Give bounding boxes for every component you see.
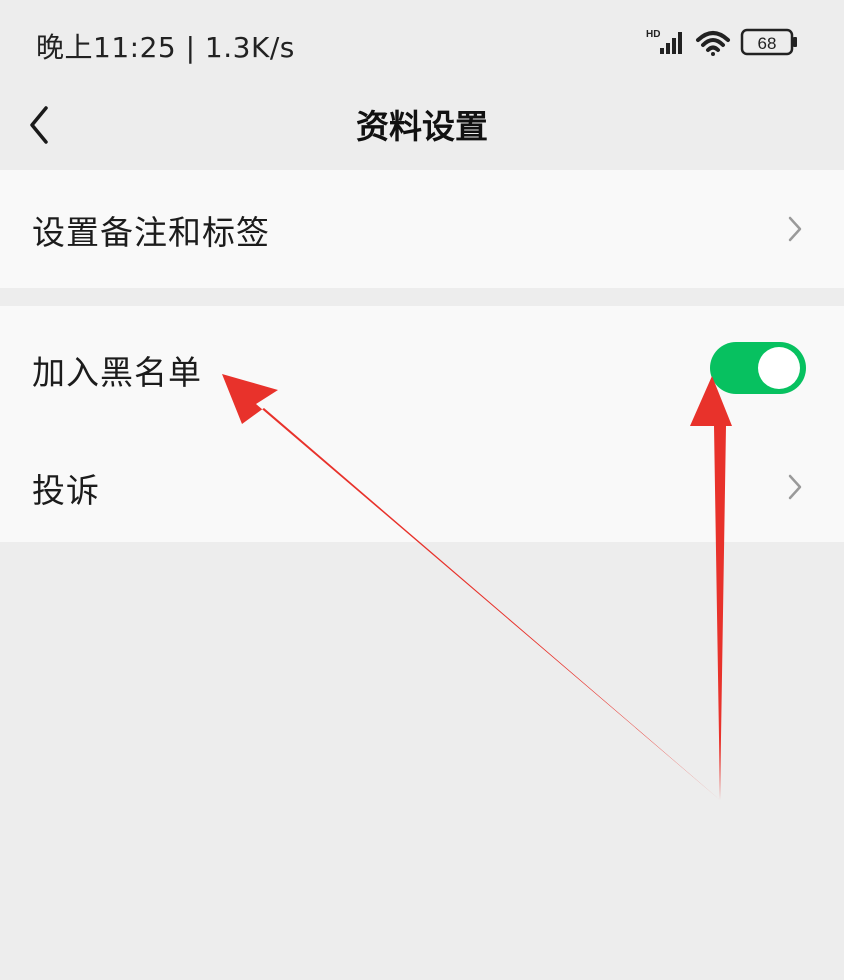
complaint-row[interactable]: 投诉	[0, 424, 844, 542]
nav-bar: 资料设置	[0, 88, 844, 168]
battery-level: 68	[758, 34, 777, 53]
battery-icon: 68	[740, 28, 797, 56]
wifi-icon	[696, 31, 730, 56]
set-remark-and-tags-label: 设置备注和标签	[32, 213, 270, 252]
toggle-knob	[758, 347, 800, 389]
blacklist-toggle[interactable]	[710, 342, 806, 394]
chevron-right-icon	[788, 216, 802, 242]
network-badge: HD	[646, 29, 660, 40]
status-time-speed: 晚上11:25 | 1.3K/s	[36, 31, 295, 64]
add-to-blacklist-label: 加入黑名单	[32, 353, 202, 392]
chevron-right-icon	[788, 474, 802, 500]
status-icons: HD 68	[646, 28, 797, 56]
set-remark-and-tags-row[interactable]: 设置备注和标签	[0, 170, 844, 288]
settings-group-remarks: 设置备注和标签	[0, 170, 844, 288]
page-title: 资料设置	[356, 107, 488, 146]
signal-icon: HD	[646, 29, 682, 54]
settings-group-privacy: 加入黑名单 投诉	[0, 306, 844, 542]
status-bar: 晚上11:25 | 1.3K/s HD 68	[0, 0, 844, 88]
complaint-label: 投诉	[32, 471, 100, 510]
add-to-blacklist-row: 加入黑名单	[0, 306, 844, 424]
